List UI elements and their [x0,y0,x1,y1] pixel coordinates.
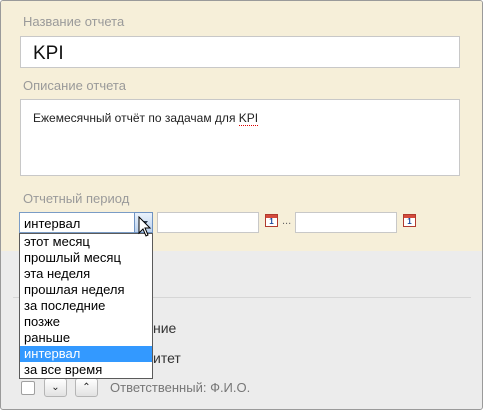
date-range-separator: ... [282,215,292,227]
date-to-input[interactable] [295,212,397,233]
description-text: Ежемесячный отчёт по задачам для [33,111,239,125]
calendar-from-glyph: 1 [269,217,274,226]
dropdown-option[interactable]: раньше [20,330,152,346]
report-name-input[interactable]: KPI [20,36,460,68]
dropdown-option-selected[interactable]: интервал [20,346,152,362]
dropdown-option[interactable]: эта неделя [20,266,152,282]
chevron-up-icon: ⌃ [82,382,91,393]
report-name-label: Название отчета [23,14,125,29]
sort-up-button[interactable]: ⌃ [75,378,98,397]
dropdown-option[interactable]: прошлая неделя [20,282,152,298]
chevron-down-icon: ⌄ [51,382,60,393]
sort-down-button[interactable]: ⌄ [44,378,67,397]
report-period-label: Отчетный период [23,191,130,206]
calendar-from-icon[interactable]: 1 [265,214,278,227]
report-description-label: Описание отчета [23,78,126,93]
dropdown-option[interactable]: за все время [20,362,152,378]
calendar-to-glyph: 1 [407,217,412,226]
responsible-label: Ответственный: Ф.И.О. [110,380,251,395]
report-description-textarea[interactable]: Ежемесячный отчёт по задачам для KPI [20,99,460,176]
obscured-priority-text: итет [153,350,181,366]
report-dialog: Название отчета KPI Описание отчета Ежем… [0,0,483,410]
description-kpi-text: KPI [238,111,259,126]
calendar-to-icon[interactable]: 1 [403,214,416,227]
dropdown-option[interactable]: за последние [20,298,152,314]
dropdown-option[interactable]: прошлый месяц [20,250,152,266]
dropdown-option[interactable]: позже [20,314,152,330]
responsible-checkbox[interactable] [21,381,35,395]
period-dropdown-list: этот месяц прошлый месяц эта неделя прош… [19,233,153,379]
mouse-cursor-icon [138,216,152,237]
date-from-input[interactable] [157,212,259,233]
obscured-option-text: ние [153,320,177,336]
dropdown-option[interactable]: этот месяц [20,234,152,250]
period-select[interactable]: интервал [19,212,153,233]
